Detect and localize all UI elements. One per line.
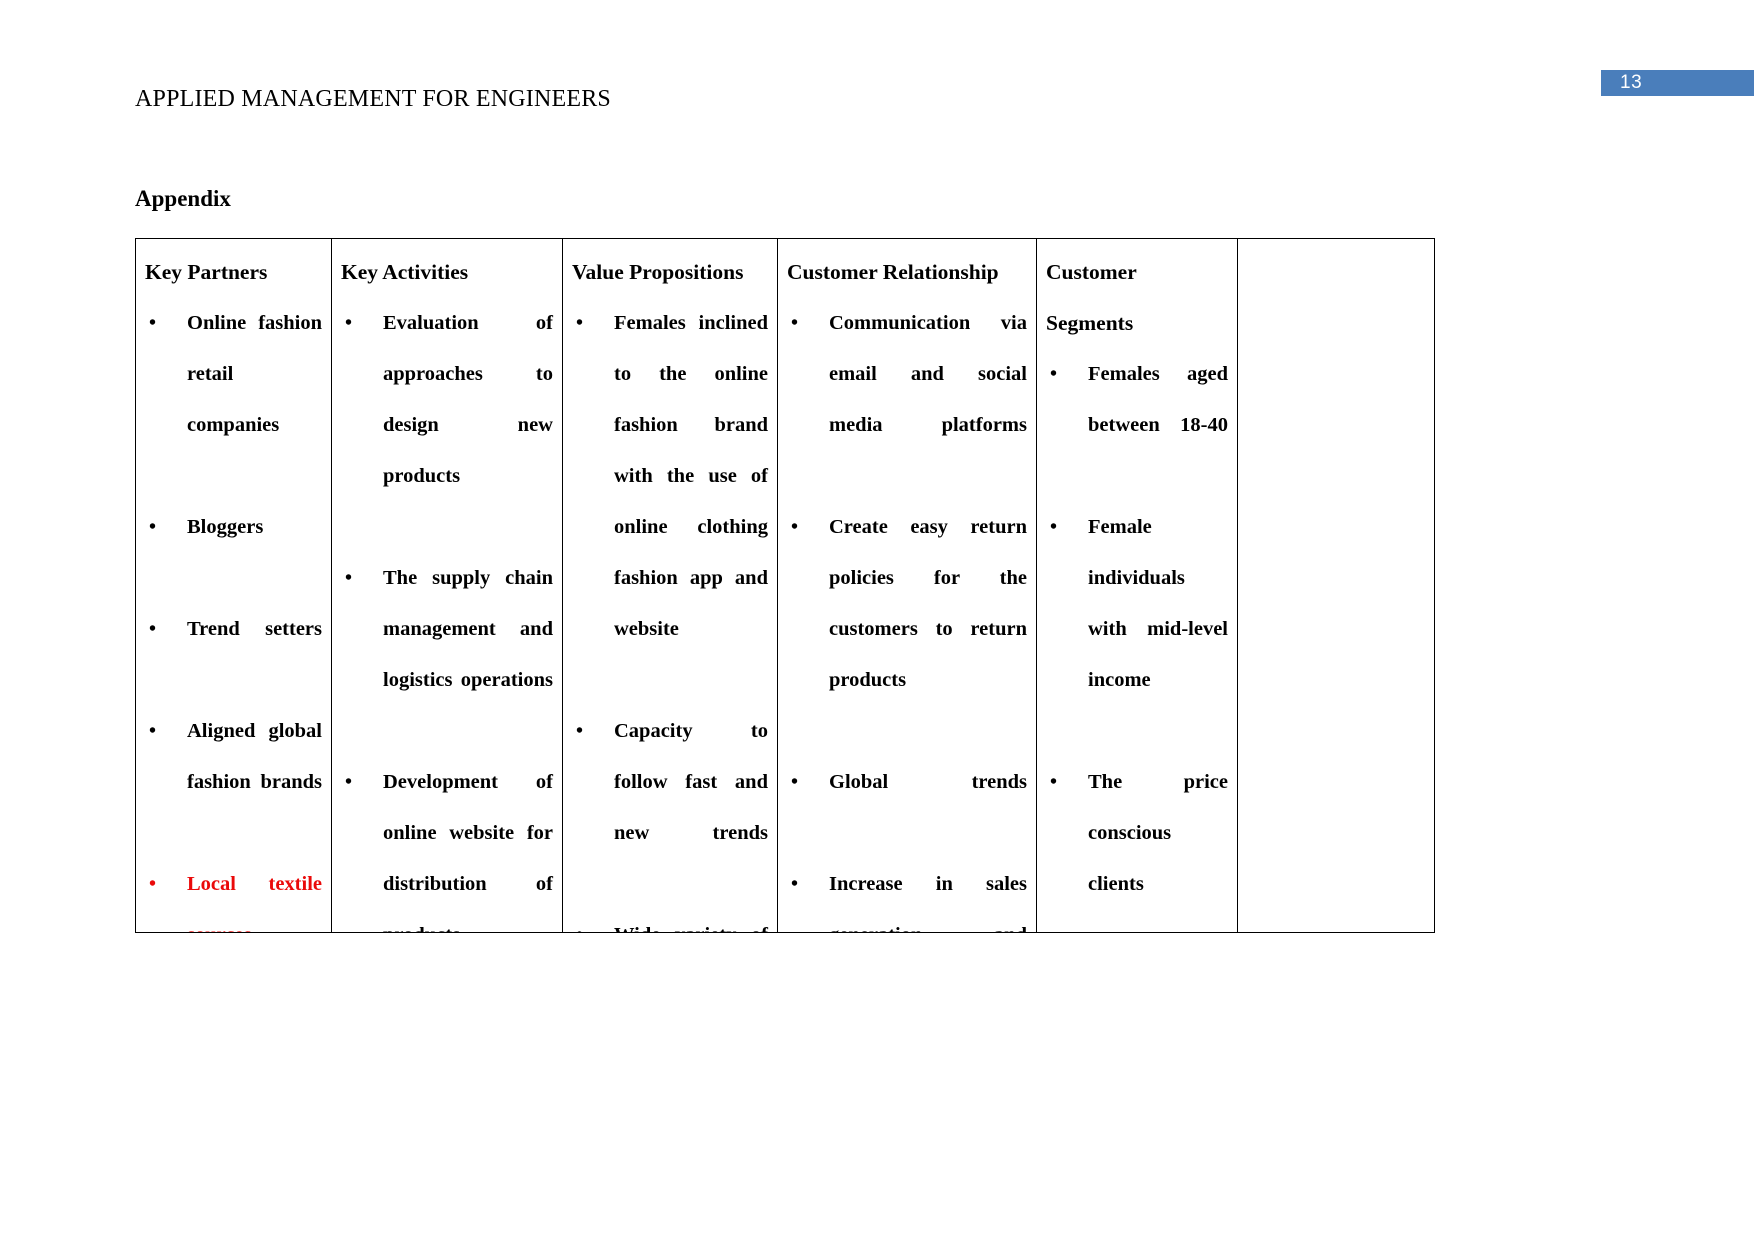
list-item-highlighted: Local textile sources	[145, 859, 322, 932]
list-item: Trend setters	[145, 604, 322, 706]
list-item: Evaluation of approaches to design new p…	[341, 298, 553, 553]
list-item-text: Female individuals with mid-level income	[1088, 516, 1228, 691]
list-item: The supply chain management and logistic…	[341, 553, 553, 757]
list-item-text: The supply chain management and logistic…	[383, 567, 553, 691]
table-column-key-partners: Key Partners Online fashion retail compa…	[136, 239, 332, 932]
bullet-list-customer-segments: Females aged between 18-40 Female indivi…	[1046, 349, 1228, 932]
bullet-list-key-activities: Evaluation of approaches to design new p…	[341, 298, 553, 932]
list-item: Wide variety of women’s fashion clothing	[572, 910, 768, 932]
table-column-empty	[1238, 239, 1433, 932]
list-item: Female individuals with mid-level income	[1046, 502, 1228, 757]
business-model-canvas-table: Key Partners Online fashion retail compa…	[135, 238, 1435, 933]
column-header: Customer Relationship	[787, 260, 999, 284]
list-item: The price conscious clients	[1046, 757, 1228, 932]
bullet-list-customer-relationship: Communication via email and social media…	[787, 298, 1027, 932]
list-item-text: Trend setters	[187, 618, 322, 640]
list-item: Online fashion retail companies	[145, 298, 322, 502]
bullet-list-key-partners: Online fashion retail companies Bloggers…	[145, 298, 322, 932]
column-header: Customer Segments	[1046, 260, 1137, 335]
list-item: Development of online website for distri…	[341, 757, 553, 932]
list-item: Capacity to follow fast and new trends	[572, 706, 768, 910]
list-item: Aligned global fashion brands	[145, 706, 322, 859]
list-item: Increase in sales generation and influen…	[787, 859, 1027, 932]
list-item-text: The price conscious clients	[1088, 771, 1228, 895]
list-item: Females aged between 18-40	[1046, 349, 1228, 502]
list-item-text: Aligned global fashion brands	[187, 720, 322, 793]
list-item: Communication via email and social media…	[787, 298, 1027, 502]
list-item-text: Bloggers	[187, 516, 264, 538]
list-item-text: Create easy return policies for the cust…	[829, 516, 1027, 691]
running-head: APPLIED MANAGEMENT FOR ENGINEERS	[135, 86, 611, 112]
page-number: 13	[1620, 72, 1643, 93]
list-item-text: Capacity to follow fast and new trends	[614, 720, 768, 844]
list-item-text: Local textile sources	[187, 873, 322, 932]
table-column-customer-relationship: Customer Relationship Communication via …	[778, 239, 1037, 932]
list-item: Bloggers	[145, 502, 322, 604]
list-item-text: Online fashion retail companies	[187, 312, 322, 436]
column-header: Key Partners	[145, 260, 268, 284]
list-item-text: Wide variety of women’s fashion clothing	[614, 910, 768, 932]
list-item: Females inclined to the online fashion b…	[572, 298, 768, 706]
table-column-value-propositions: Value Propositions Females inclined to t…	[563, 239, 778, 932]
bullet-list-value-propositions: Females inclined to the online fashion b…	[572, 298, 768, 932]
list-item-text: Females inclined to the online fashion b…	[614, 312, 768, 640]
column-header: Value Propositions	[572, 260, 744, 284]
list-item-text: Females aged between 18-40	[1088, 363, 1228, 436]
list-item-text: Evaluation of approaches to design new p…	[383, 312, 553, 487]
list-item-text: Increase in sales generation and influen…	[829, 873, 1027, 932]
table-column-key-activities: Key Activities Evaluation of approaches …	[332, 239, 563, 932]
list-item-text: Communication via email and social media…	[829, 312, 1027, 436]
list-item: Create easy return policies for the cust…	[787, 502, 1027, 757]
list-item: Global trends	[787, 757, 1027, 859]
column-header: Key Activities	[341, 260, 469, 284]
page-title: Appendix	[135, 186, 231, 211]
list-item-text: Global trends	[829, 771, 1027, 793]
list-item-text: Development of online website for distri…	[383, 771, 553, 932]
table-column-customer-segments: Customer Segments Females aged between 1…	[1037, 239, 1238, 932]
